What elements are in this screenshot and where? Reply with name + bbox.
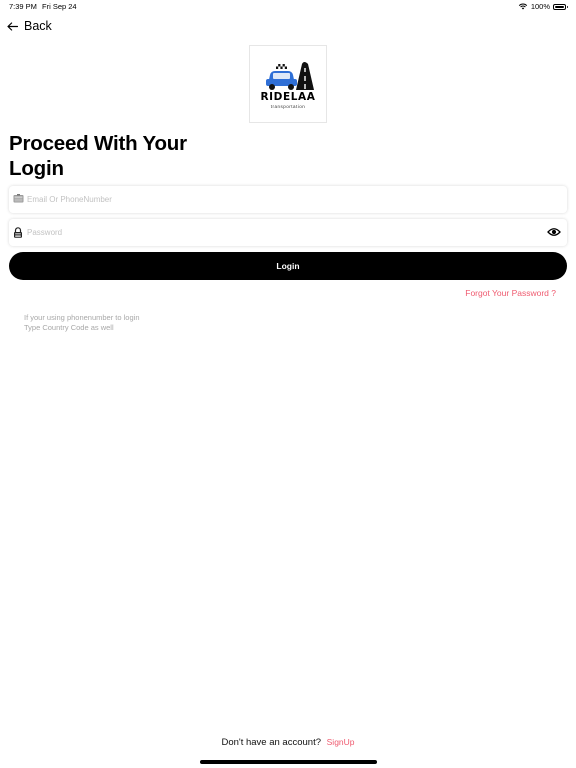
arrow-left-icon: [7, 21, 18, 31]
battery-icon: [553, 3, 568, 10]
email-field[interactable]: [9, 186, 567, 213]
hint-line-2: Type Country Code as well: [24, 323, 114, 332]
back-button[interactable]: Back: [7, 17, 52, 35]
lock-icon: [14, 227, 22, 238]
signup-link[interactable]: SignUp: [327, 737, 355, 747]
password-field[interactable]: [9, 219, 567, 246]
forgot-password-link[interactable]: Forgot Your Password ?: [465, 288, 556, 298]
status-bar: 7:39 PM Fri Sep 24 100%: [0, 0, 576, 14]
logo-wordmark: RIDELAA: [260, 91, 316, 103]
battery-level: [555, 5, 564, 8]
id-card-icon: [13, 194, 24, 203]
login-screen: 7:39 PM Fri Sep 24 100% Back RIDELAA tra…: [0, 0, 576, 768]
signup-question: Don't have an account?: [221, 737, 321, 748]
status-indicators: 100%: [518, 2, 568, 11]
hint-line-1: If your using phonenumber to login: [24, 313, 140, 322]
signup-prompt: Don't have an account? SignUp: [0, 737, 576, 748]
back-label: Back: [24, 19, 52, 33]
logo-tagline: transportation: [270, 104, 306, 109]
phone-login-hint: If your using phonenumber to login Type …: [24, 313, 140, 333]
app-logo: RIDELAA transportation: [249, 45, 327, 123]
home-indicator[interactable]: [200, 760, 377, 764]
status-date: Fri Sep 24: [42, 2, 77, 11]
page-title: Proceed With Your Login: [9, 132, 187, 180]
car-road-logo-icon: [266, 62, 314, 90]
login-button[interactable]: Login: [9, 252, 567, 280]
password-input[interactable]: [27, 219, 543, 246]
email-input[interactable]: [27, 186, 543, 213]
battery-percentage: 100%: [530, 2, 550, 11]
eye-icon[interactable]: [547, 227, 561, 237]
wifi-icon: [518, 3, 527, 10]
status-time: 7:39 PM: [9, 2, 37, 11]
